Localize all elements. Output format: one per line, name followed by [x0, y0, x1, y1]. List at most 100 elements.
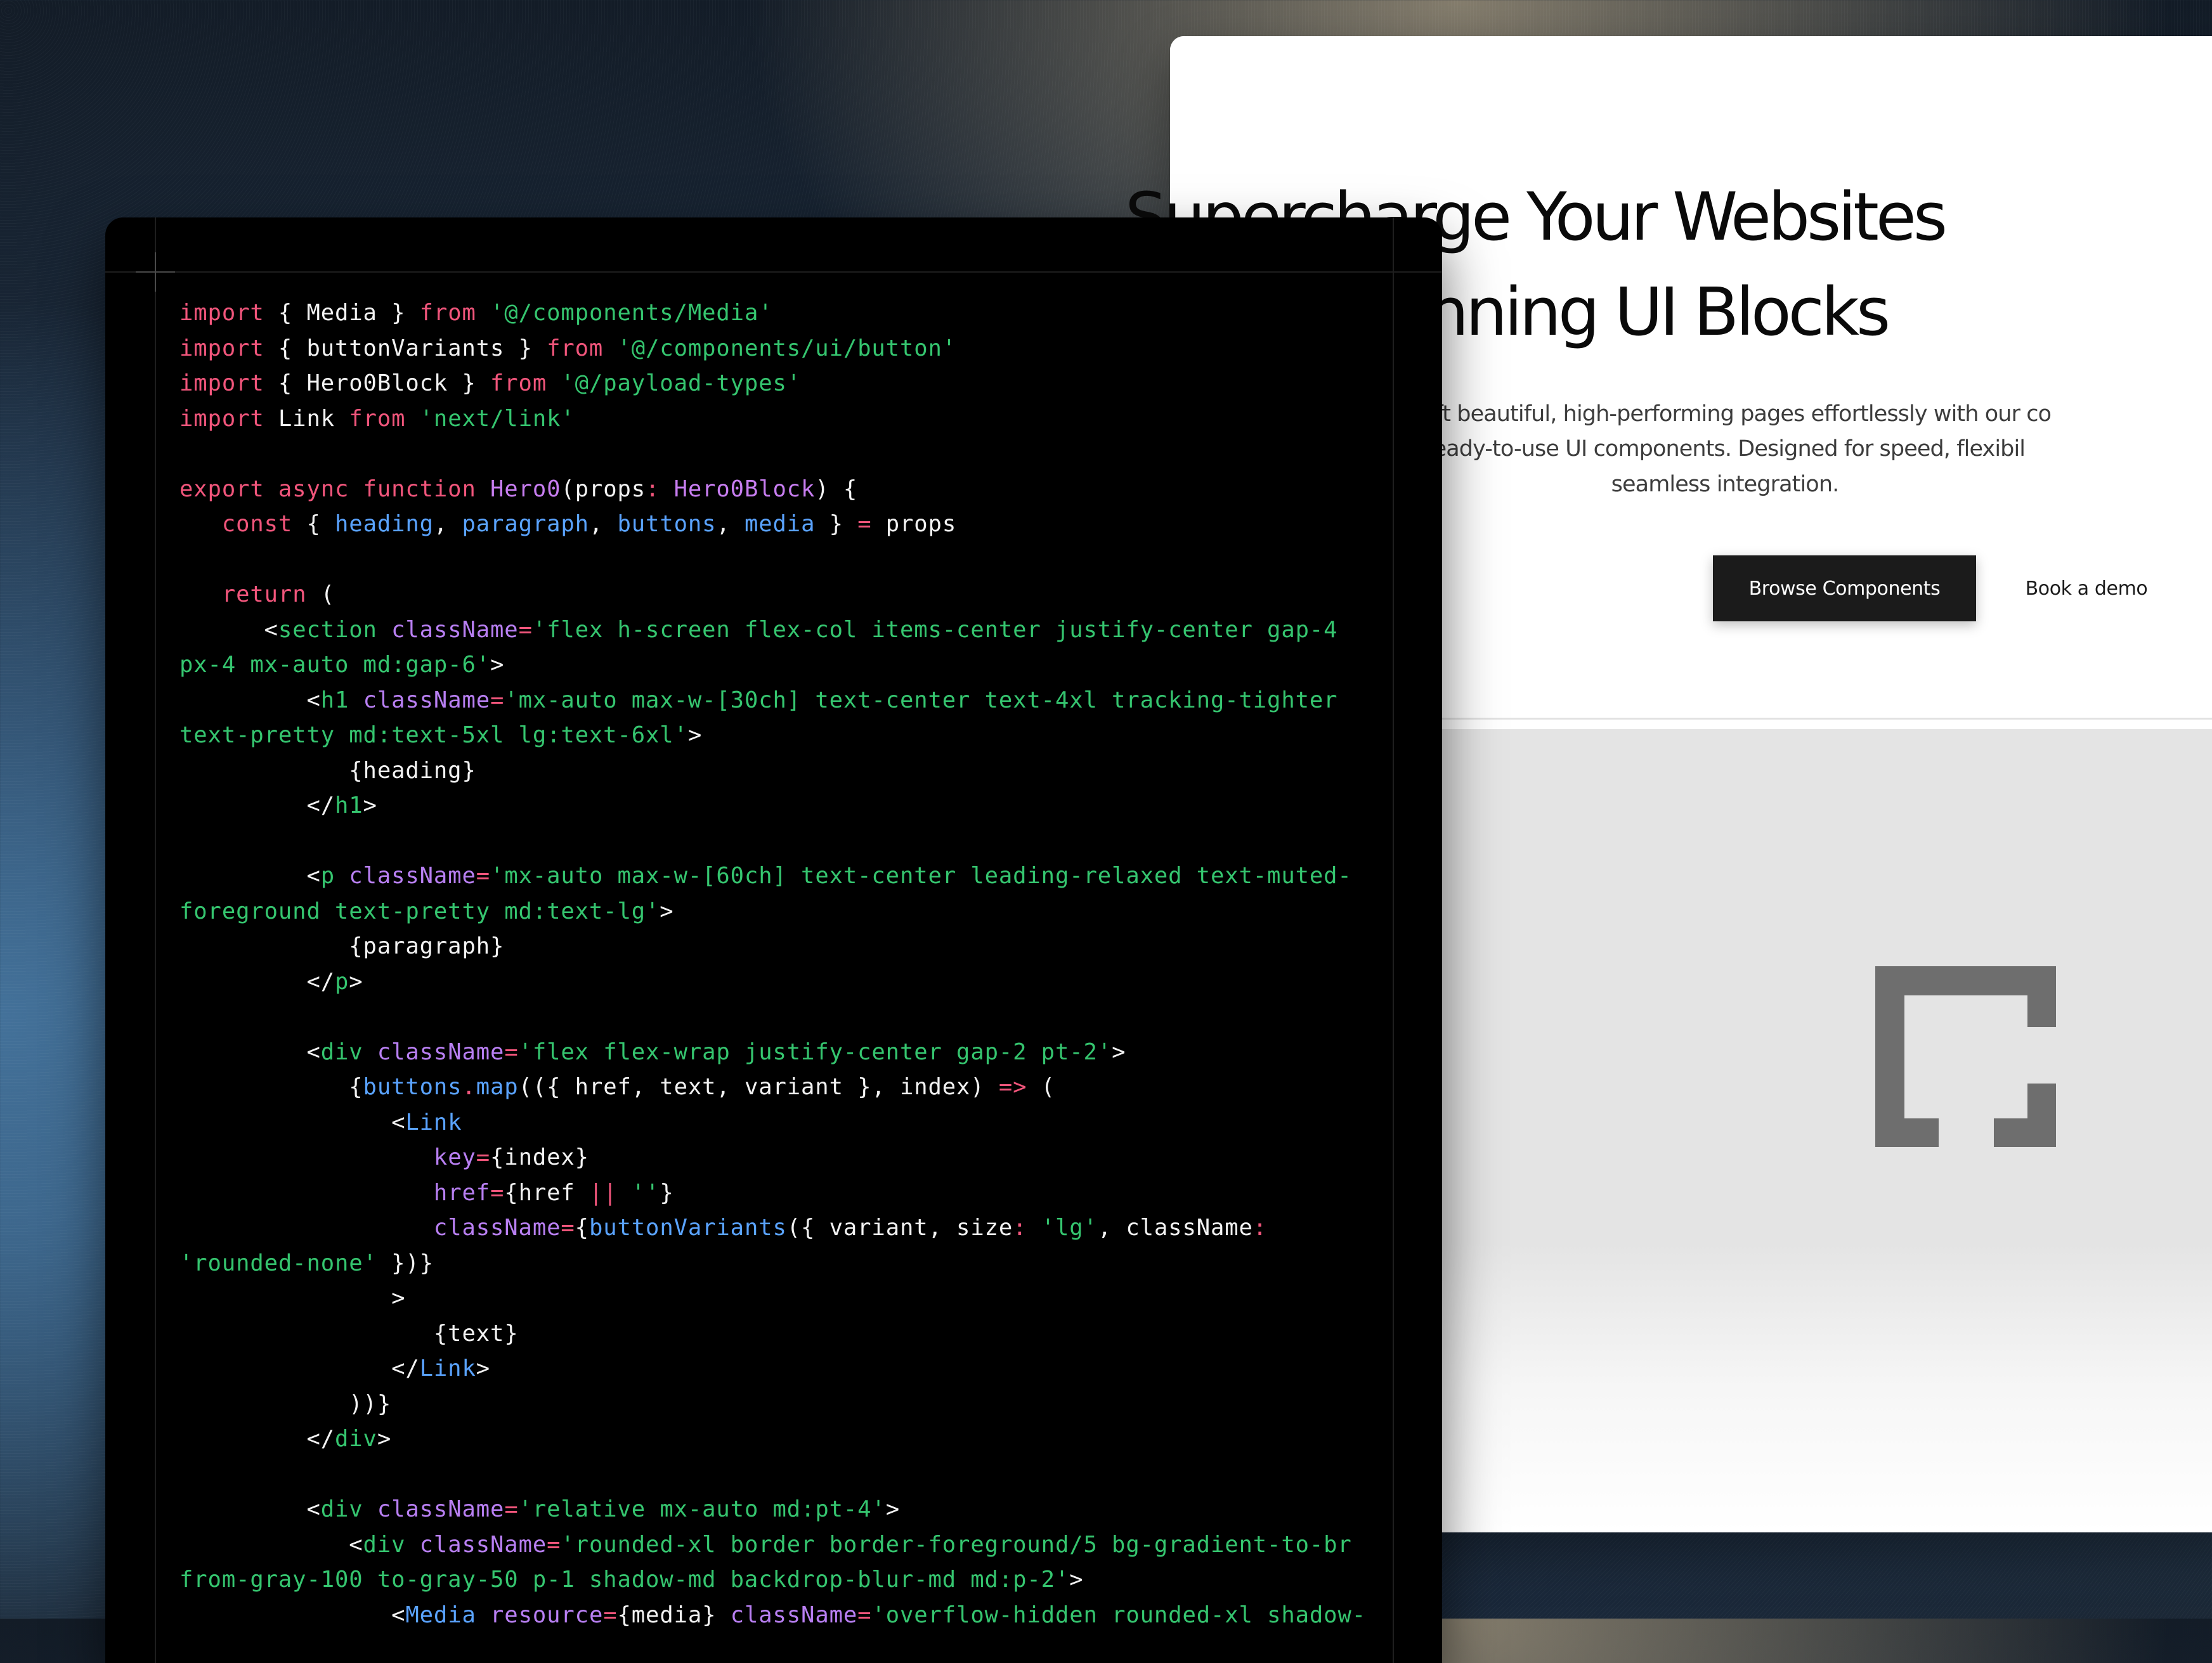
- code-token: <: [179, 687, 321, 713]
- code-token: =: [547, 1531, 561, 1558]
- code-token: import: [179, 335, 264, 361]
- code-token: <: [179, 863, 321, 889]
- code-line: href={href || ''}: [179, 1175, 1422, 1211]
- code-token: {media}: [617, 1602, 731, 1628]
- code-token: {text}: [179, 1320, 519, 1347]
- editor-guide-left: [155, 217, 156, 1663]
- code-token: from: [419, 300, 476, 326]
- code-token: ,: [589, 511, 618, 537]
- code-line: return (: [179, 577, 1422, 612]
- code-token: {: [575, 1215, 589, 1241]
- code-line: ))}: [179, 1387, 1422, 1422]
- code-token: }: [660, 1179, 674, 1206]
- code-token: import: [179, 405, 264, 432]
- code-token: const: [221, 511, 293, 537]
- code-token: </: [179, 1356, 420, 1382]
- code-token: buttons: [363, 1074, 462, 1100]
- code-token: =: [857, 511, 872, 537]
- code-token: ({ variant, size: [786, 1215, 1013, 1241]
- code-token: (: [306, 581, 335, 607]
- code-line: >: [179, 1281, 1422, 1316]
- code-token: props: [871, 511, 957, 537]
- code-token: buttons: [617, 511, 717, 537]
- code-token: return: [221, 581, 307, 607]
- code-line: {heading}: [179, 753, 1422, 789]
- code-line: <div className='rounded-xl border border…: [179, 1527, 1422, 1563]
- code-token: =: [857, 1602, 872, 1628]
- book-demo-button[interactable]: Book a demo: [1998, 555, 2175, 621]
- code-token: =: [504, 1496, 519, 1522]
- code-token: 'rounded-xl border border-foreground/5 b…: [561, 1531, 1352, 1558]
- code-line: text-pretty md:text-5xl lg:text-6xl'>: [179, 718, 1422, 753]
- code-token: className: [377, 1496, 505, 1522]
- code-token: ) {: [815, 476, 858, 502]
- code-token: { Media }: [264, 300, 420, 326]
- code-line: import { Hero0Block } from '@/payload-ty…: [179, 366, 1422, 401]
- code-token: >: [1112, 1039, 1126, 1065]
- code-token: { buttonVariants }: [264, 335, 547, 361]
- code-line: </div>: [179, 1421, 1422, 1457]
- code-token: from: [490, 370, 547, 396]
- code-token: ,: [433, 511, 462, 537]
- code-line: import { Media } from '@/components/Medi…: [179, 295, 1422, 331]
- code-token: >: [363, 793, 377, 819]
- code-token: 'mx-auto max-w-[60ch] text-center leadin…: [490, 863, 1352, 889]
- code-token: <: [179, 1496, 321, 1522]
- code-token: =: [476, 1144, 491, 1170]
- code-token: from: [547, 335, 604, 361]
- code-line: from-gray-100 to-gray-50 p-1 shadow-md b…: [179, 1562, 1422, 1598]
- code-token: buttonVariants: [589, 1215, 787, 1241]
- browse-components-button[interactable]: Browse Components: [1713, 555, 1976, 621]
- code-token: =: [490, 687, 505, 713]
- code-token: =: [504, 1039, 519, 1065]
- code-token: :: [646, 476, 660, 502]
- code-token: <: [179, 1039, 321, 1065]
- code-token: px-4 mx-auto md:gap-6': [179, 652, 491, 678]
- code-token: 'rounded-none': [179, 1250, 377, 1276]
- code-token: :: [1013, 1215, 1027, 1241]
- code-token: ))}: [179, 1390, 392, 1417]
- code-line: const { heading, paragraph, buttons, med…: [179, 507, 1422, 542]
- code-token: {heading}: [179, 757, 476, 784]
- code-line: key={index}: [179, 1140, 1422, 1175]
- code-token: >: [476, 1356, 491, 1382]
- code-line: <div className='flex flex-wrap justify-c…: [179, 1035, 1422, 1070]
- code-token: >: [490, 652, 505, 678]
- code-line: {paragraph}: [179, 929, 1422, 964]
- code-line: import Link from 'next/link': [179, 401, 1422, 437]
- code-token: from-gray-100 to-gray-50 p-1 shadow-md b…: [179, 1567, 1070, 1593]
- code-token: h1: [320, 687, 349, 713]
- code-token: from: [349, 405, 406, 432]
- code-line: </Link>: [179, 1351, 1422, 1387]
- code-line: <Link: [179, 1105, 1422, 1141]
- code-token: })}: [377, 1250, 434, 1276]
- code-token: =: [518, 616, 533, 643]
- code-line: <p className='mx-auto max-w-[60ch] text-…: [179, 858, 1422, 894]
- code-token: >: [885, 1496, 900, 1522]
- code-token: {index}: [490, 1144, 589, 1170]
- code-line: <Media resource={media} className='overf…: [179, 1598, 1422, 1633]
- code-token: 'overflow-hidden rounded-xl shadow-: [871, 1602, 1366, 1628]
- code-token: </: [179, 1426, 335, 1452]
- code-token: <: [179, 1531, 363, 1558]
- code-token: p: [335, 968, 349, 995]
- crosshair-mark-vertical: [155, 252, 156, 292]
- code-token: (({ href, text, variant }, index): [518, 1074, 999, 1100]
- code-token: href: [433, 1179, 491, 1206]
- code-token: '@/components/Media': [490, 300, 773, 326]
- code-token: >: [377, 1426, 392, 1452]
- code-token: div: [320, 1496, 363, 1522]
- code-token: >: [660, 898, 674, 924]
